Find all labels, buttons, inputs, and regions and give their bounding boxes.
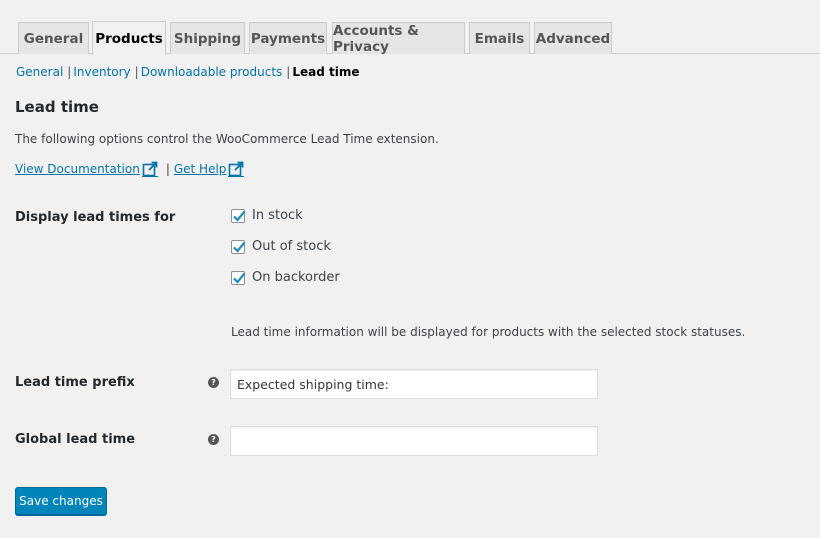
tab-shipping[interactable]: Shipping [170, 22, 245, 54]
checkmark-icon [233, 272, 246, 284]
sub-navigation: General | Inventory | Downloadable products |… [16, 65, 359, 79]
lead-time-prefix-label: Lead time prefix [15, 375, 135, 390]
subnav-general[interactable]: General [16, 65, 63, 79]
display-lead-times-label: Display lead times for [15, 210, 176, 225]
external-link-icon[interactable] [141, 161, 158, 177]
section-title: Lead time [15, 98, 99, 116]
subnav-inventory[interactable]: Inventory [73, 65, 130, 79]
checkbox-row-out-of-stock[interactable]: Out of stock [231, 239, 331, 254]
help-icon[interactable]: ? [208, 377, 219, 388]
checkbox-row-on-backorder[interactable]: On backorder [231, 270, 340, 285]
display-lead-times-description: Lead time information will be displayed … [231, 325, 746, 339]
help-icon[interactable]: ? [208, 434, 219, 445]
section-description: The following options control the WooCom… [15, 132, 439, 146]
get-help-link[interactable]: Get Help [174, 162, 227, 176]
subnav-separator: | [134, 65, 139, 79]
out-of-stock-checkbox[interactable] [231, 239, 246, 254]
settings-tabs: General Products Shipping Payments Accou… [0, 20, 820, 55]
external-link-icon[interactable] [228, 161, 245, 177]
out-of-stock-label[interactable]: Out of stock [252, 239, 331, 254]
lead-time-prefix-input[interactable] [230, 369, 598, 399]
global-lead-time-label: Global lead time [15, 432, 136, 447]
on-backorder-label[interactable]: On backorder [252, 270, 340, 285]
checkbox-row-in-stock[interactable]: In stock [231, 208, 303, 223]
settings-page: General Products Shipping Payments Accou… [0, 0, 820, 538]
subnav-separator: | [67, 65, 72, 79]
tab-general[interactable]: General [18, 22, 89, 54]
tab-accounts-privacy[interactable]: Accounts & Privacy [332, 22, 465, 55]
tab-emails[interactable]: Emails [469, 22, 530, 54]
global-lead-time-input[interactable] [230, 426, 598, 456]
in-stock-checkbox[interactable] [231, 208, 246, 223]
subnav-downloadable-products[interactable]: Downloadable products [141, 65, 283, 79]
tab-advanced[interactable]: Advanced [534, 22, 612, 54]
subnav-separator: | [286, 65, 291, 79]
help-links: View Documentation | Get Help [15, 161, 248, 177]
on-backorder-checkbox[interactable] [231, 270, 246, 285]
link-separator: | [165, 162, 170, 176]
in-stock-label[interactable]: In stock [252, 208, 303, 223]
view-documentation-link[interactable]: View Documentation [15, 162, 140, 176]
tab-products[interactable]: Products [92, 21, 166, 55]
save-changes-button[interactable]: Save changes [15, 487, 107, 515]
checkmark-icon [233, 210, 246, 222]
subnav-lead-time-current: Lead time [292, 65, 360, 79]
tab-payments[interactable]: Payments [249, 22, 327, 54]
checkmark-icon [233, 241, 246, 253]
